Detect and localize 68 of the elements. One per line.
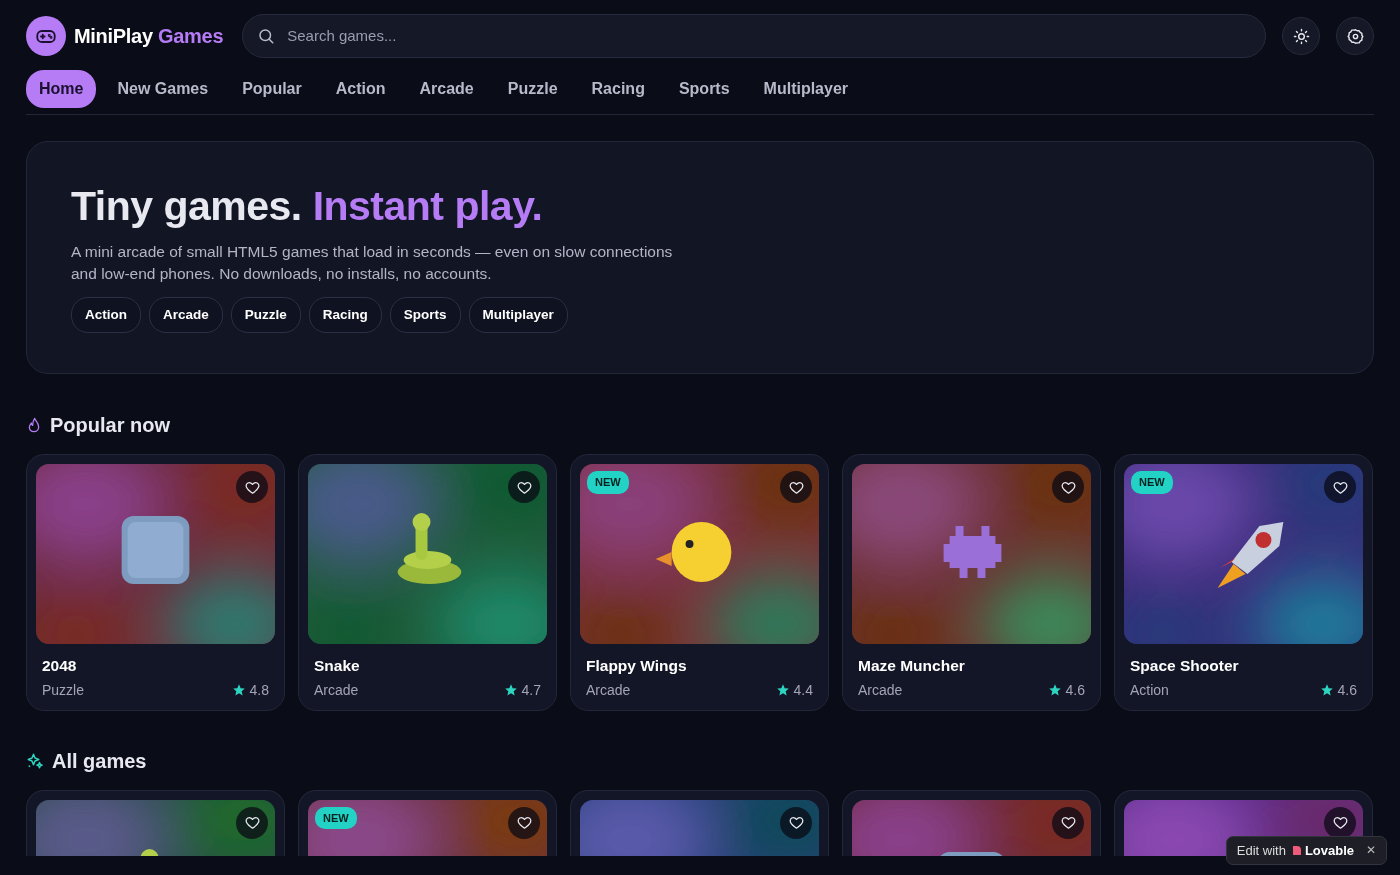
- edit-with-toast[interactable]: Edit with Lovable ✕: [1225, 835, 1387, 865]
- heart-icon: [515, 814, 533, 832]
- game-card[interactable]: Snake Arcade 4.7: [298, 454, 557, 711]
- close-button[interactable]: ✕: [1360, 841, 1376, 860]
- brand-name: MiniPlay Games: [74, 24, 224, 49]
- heart-icon: [243, 814, 261, 832]
- game-rating: 4.8: [249, 680, 269, 700]
- flame-icon: [26, 416, 42, 435]
- star-icon: [1319, 683, 1334, 698]
- category-chip[interactable]: Action: [71, 297, 141, 334]
- heart-logo-icon: [1291, 844, 1302, 856]
- heart-icon: [1331, 814, 1349, 832]
- section-title: Popular now: [50, 413, 170, 438]
- hero-title: Tiny games. Instant play.: [71, 182, 544, 231]
- game-title: Space Shooter: [1130, 656, 1240, 677]
- nav-tab[interactable]: Puzzle: [494, 70, 571, 108]
- theme-toggle-button[interactable]: [1282, 17, 1320, 55]
- heart-icon: [1059, 814, 1077, 832]
- nav-tab[interactable]: Action: [322, 70, 399, 108]
- game-card[interactable]: NEW Space Shooter Action 4.6: [1114, 454, 1373, 711]
- game-category: Arcade: [858, 680, 903, 700]
- nav-tab[interactable]: Popular: [229, 70, 315, 108]
- nav-tab[interactable]: Home: [26, 70, 97, 108]
- category-chip[interactable]: Racing: [308, 297, 382, 334]
- category-chip[interactable]: Arcade: [149, 297, 223, 334]
- section-title: All games: [52, 748, 147, 773]
- game-card[interactable]: Maze Muncher Arcade 4.6: [842, 454, 1101, 711]
- game-card[interactable]: NEW Flappy Wings Arcade 4.4: [570, 454, 829, 711]
- logo-icon: [26, 16, 66, 56]
- game-title: Flappy Wings: [586, 656, 688, 677]
- game-card[interactable]: 2048 Puzzle 4.8: [26, 454, 285, 711]
- star-icon: [775, 683, 790, 698]
- star-icon: [1047, 683, 1062, 698]
- game-category: Puzzle: [42, 680, 85, 700]
- search-input[interactable]: Search games...: [285, 23, 1251, 49]
- new-badge: NEW: [1131, 471, 1173, 494]
- game-title: Maze Muncher: [858, 656, 966, 677]
- game-title: 2048: [42, 656, 78, 677]
- search-icon: [257, 27, 276, 45]
- game-category: Action: [1130, 680, 1169, 700]
- nav-tab[interactable]: Multiplayer: [750, 70, 862, 108]
- settings-icon: [1346, 27, 1364, 45]
- hero-description: A mini arcade of small HTML5 games that load in seconds — even on slow connections and low-end phones. No downloads, no installs, no accounts.: [71, 242, 674, 285]
- new-badge: NEW: [587, 471, 629, 494]
- star-icon: [503, 683, 518, 698]
- nav-tab[interactable]: Sports: [665, 70, 743, 108]
- game-category: Arcade: [586, 680, 631, 700]
- game-rating: 4.4: [793, 680, 813, 700]
- search-field[interactable]: Search games...: [242, 14, 1266, 58]
- edit-label: Edit with: [1236, 841, 1286, 860]
- game-category: Arcade: [314, 680, 359, 700]
- brand-label: Lovable: [1304, 841, 1354, 860]
- game-rating: 4.6: [1065, 680, 1085, 700]
- settings-button[interactable]: [1336, 17, 1374, 55]
- game-rating: 4.7: [521, 680, 541, 700]
- nav-tab[interactable]: Arcade: [406, 70, 487, 108]
- sparkles-icon: [26, 751, 44, 770]
- nav-tab[interactable]: New Games: [104, 70, 222, 108]
- star-icon: [231, 683, 246, 698]
- nav-tab[interactable]: Racing: [578, 70, 658, 108]
- game-title: Snake: [314, 656, 361, 677]
- game-rating: 4.6: [1337, 680, 1357, 700]
- heart-icon: [787, 814, 805, 832]
- category-chip[interactable]: Puzzle: [230, 297, 301, 334]
- sun-icon: [1292, 27, 1310, 45]
- category-chip[interactable]: Sports: [389, 297, 461, 334]
- category-chip[interactable]: Multiplayer: [468, 297, 568, 334]
- game-card[interactable]: NEW: [298, 789, 557, 856]
